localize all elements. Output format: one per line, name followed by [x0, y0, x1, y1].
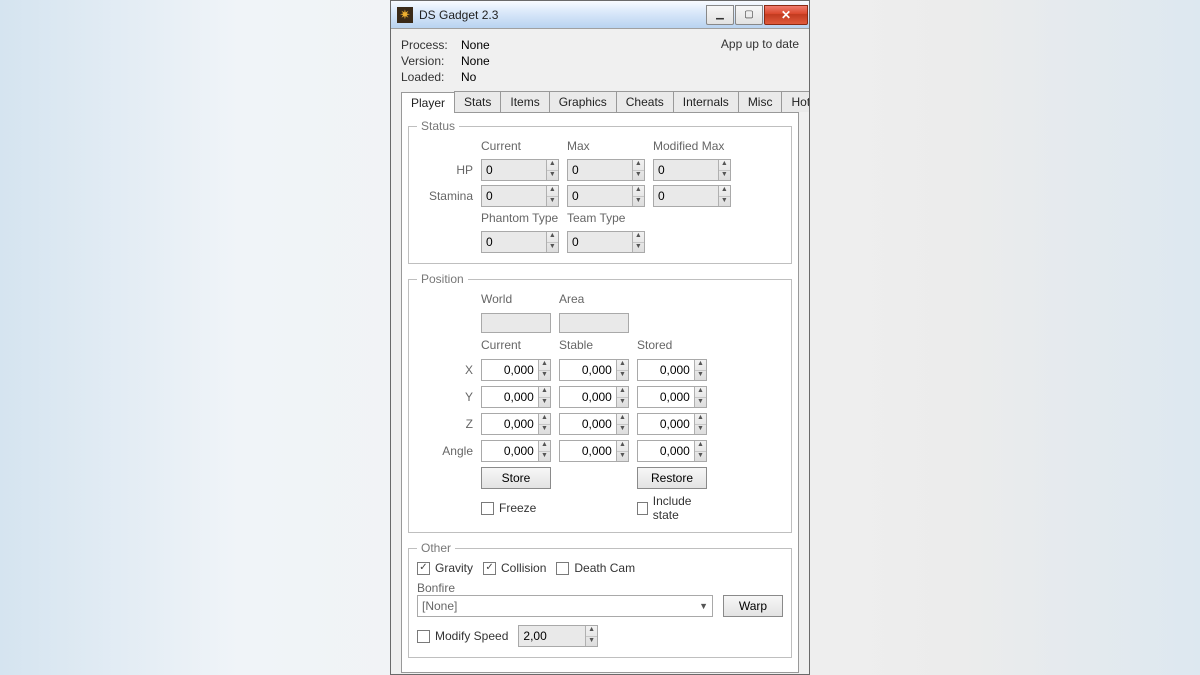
- y-current-spinner[interactable]: ▲▼: [481, 386, 551, 408]
- position-group: Position World Area Current Stable Store…: [408, 272, 792, 533]
- tab-cheats[interactable]: Cheats: [616, 91, 674, 112]
- checkbox-icon: [556, 562, 569, 575]
- titlebar[interactable]: ✷ DS Gadget 2.3 ▁ ▢ ✕: [391, 1, 809, 29]
- phantom-type-label: Phantom Type: [481, 211, 559, 227]
- area-field[interactable]: [559, 313, 629, 333]
- world-label: World: [481, 292, 551, 308]
- speed-spinner[interactable]: ▲▼: [518, 625, 598, 647]
- angle-current-spinner[interactable]: ▲▼: [481, 440, 551, 462]
- deathcam-checkbox[interactable]: Death Cam: [556, 561, 635, 575]
- bonfire-dropdown[interactable]: [None] ▼: [417, 595, 713, 617]
- loaded-value: No: [461, 69, 490, 85]
- chevron-down-icon: ▼: [699, 601, 708, 611]
- tab-internals[interactable]: Internals: [673, 91, 739, 112]
- z-stored-spinner[interactable]: ▲▼: [637, 413, 707, 435]
- angle-stored-spinner[interactable]: ▲▼: [637, 440, 707, 462]
- row-hp: HP: [417, 163, 473, 177]
- window-title: DS Gadget 2.3: [419, 8, 498, 22]
- team-type-label: Team Type: [567, 211, 645, 227]
- stamina-max-spinner[interactable]: ▲▼: [567, 185, 645, 207]
- stamina-current-spinner[interactable]: ▲▼: [481, 185, 559, 207]
- col-modmax: Modified Max: [653, 139, 731, 155]
- include-state-checkbox[interactable]: Include state: [637, 494, 707, 522]
- tab-items[interactable]: Items: [500, 91, 549, 112]
- pos-col-stored: Stored: [637, 338, 707, 354]
- hp-modmax[interactable]: [654, 160, 718, 180]
- tab-graphics[interactable]: Graphics: [549, 91, 617, 112]
- restore-button[interactable]: Restore: [637, 467, 707, 489]
- z-current-spinner[interactable]: ▲▼: [481, 413, 551, 435]
- stamina-modmax-spinner[interactable]: ▲▼: [653, 185, 731, 207]
- tab-hotkeys[interactable]: Hotkeys: [781, 91, 809, 112]
- bonfire-label: Bonfire: [417, 581, 783, 595]
- loaded-label: Loaded:: [401, 69, 461, 85]
- position-legend: Position: [417, 272, 468, 286]
- other-legend: Other: [417, 541, 455, 555]
- hp-current[interactable]: [482, 160, 546, 180]
- process-label: Process:: [401, 37, 461, 53]
- up-icon[interactable]: ▲: [547, 160, 558, 171]
- row-x: X: [417, 363, 473, 377]
- client-area: Process: Version: Loaded: None None No A…: [391, 29, 809, 674]
- checkbox-icon: [481, 502, 494, 515]
- down-icon[interactable]: ▼: [547, 171, 558, 181]
- area-label: Area: [559, 292, 629, 308]
- version-value: None: [461, 53, 490, 69]
- row-y: Y: [417, 390, 473, 404]
- row-stamina: Stamina: [417, 189, 473, 203]
- header-info: Process: Version: Loaded: None None No A…: [401, 37, 799, 85]
- freeze-checkbox[interactable]: Freeze: [481, 501, 551, 515]
- col-current: Current: [481, 139, 559, 155]
- x-current-spinner[interactable]: ▲▼: [481, 359, 551, 381]
- row-angle: Angle: [417, 444, 473, 458]
- angle-stable-spinner[interactable]: ▲▼: [559, 440, 629, 462]
- phantom-type-spinner[interactable]: ▲▼: [481, 231, 559, 253]
- checkbox-icon: [417, 630, 430, 643]
- minimize-button[interactable]: ▁: [706, 5, 734, 25]
- app-window: ✷ DS Gadget 2.3 ▁ ▢ ✕ Process: Version: …: [390, 0, 810, 675]
- status-group: Status Current Max Modified Max HP ▲▼ ▲▼…: [408, 119, 792, 264]
- other-group: Other ✓Gravity ✓Collision Death Cam Bonf…: [408, 541, 792, 658]
- tab-player[interactable]: Player: [401, 92, 455, 113]
- hp-max-spinner[interactable]: ▲▼: [567, 159, 645, 181]
- pos-col-stable: Stable: [559, 338, 629, 354]
- close-button[interactable]: ✕: [764, 5, 808, 25]
- status-legend: Status: [417, 119, 459, 133]
- team-type-spinner[interactable]: ▲▼: [567, 231, 645, 253]
- x-stored-spinner[interactable]: ▲▼: [637, 359, 707, 381]
- warp-button[interactable]: Warp: [723, 595, 783, 617]
- modify-speed-checkbox[interactable]: Modify Speed: [417, 629, 508, 643]
- row-z: Z: [417, 417, 473, 431]
- version-label: Version:: [401, 53, 461, 69]
- hp-modmax-spinner[interactable]: ▲▼: [653, 159, 731, 181]
- checkbox-icon: ✓: [417, 562, 430, 575]
- tab-bar: Player Stats Items Graphics Cheats Inter…: [401, 91, 799, 113]
- y-stored-spinner[interactable]: ▲▼: [637, 386, 707, 408]
- store-button[interactable]: Store: [481, 467, 551, 489]
- pos-col-current: Current: [481, 338, 551, 354]
- tab-stats[interactable]: Stats: [454, 91, 501, 112]
- checkbox-icon: ✓: [483, 562, 496, 575]
- x-stable-spinner[interactable]: ▲▼: [559, 359, 629, 381]
- hp-max[interactable]: [568, 160, 632, 180]
- bonfire-value: [None]: [422, 599, 457, 613]
- maximize-button[interactable]: ▢: [735, 5, 763, 25]
- y-stable-spinner[interactable]: ▲▼: [559, 386, 629, 408]
- tab-content: Status Current Max Modified Max HP ▲▼ ▲▼…: [401, 113, 799, 673]
- process-value: None: [461, 37, 490, 53]
- z-stable-spinner[interactable]: ▲▼: [559, 413, 629, 435]
- checkbox-icon: [637, 502, 648, 515]
- gravity-checkbox[interactable]: ✓Gravity: [417, 561, 473, 575]
- update-status: App up to date: [721, 37, 799, 85]
- world-field[interactable]: [481, 313, 551, 333]
- app-icon: ✷: [397, 7, 413, 23]
- hp-current-spinner[interactable]: ▲▼: [481, 159, 559, 181]
- col-max: Max: [567, 139, 645, 155]
- tab-misc[interactable]: Misc: [738, 91, 783, 112]
- collision-checkbox[interactable]: ✓Collision: [483, 561, 546, 575]
